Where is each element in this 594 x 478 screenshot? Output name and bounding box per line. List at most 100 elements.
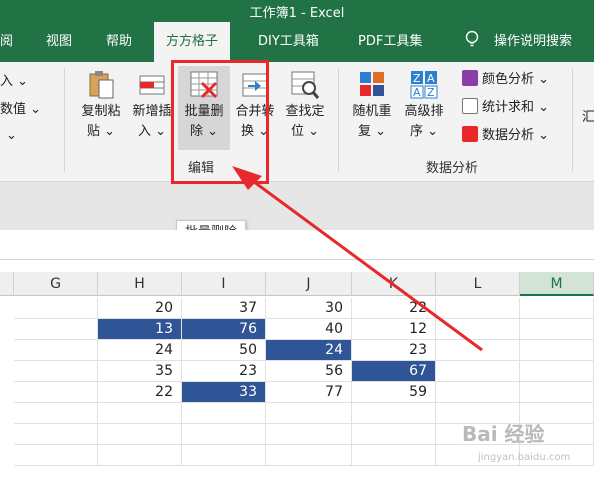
stats-sum-label: 统计求和 ⌄ [482, 100, 550, 115]
table-cell[interactable] [14, 424, 98, 445]
column-header-m[interactable]: M [520, 272, 594, 296]
baidu-watermark: Bai 经验 [462, 422, 545, 446]
table-cell[interactable]: 67 [352, 361, 436, 382]
table-cell[interactable] [520, 361, 594, 382]
tab-diy-toolbox[interactable]: DIY工具箱 [258, 22, 319, 62]
table-cell[interactable]: 56 [266, 361, 352, 382]
data-chart-icon [462, 126, 478, 142]
table-cell[interactable] [14, 298, 98, 319]
random-repeat-button[interactable]: 随机重 复 ⌄ [346, 68, 398, 142]
table-cell[interactable] [14, 319, 98, 340]
table-cell[interactable] [520, 340, 594, 361]
table-cell[interactable] [14, 361, 98, 382]
table-cell[interactable] [436, 340, 520, 361]
table-cell[interactable]: 33 [182, 382, 266, 403]
table-cell[interactable] [436, 319, 520, 340]
column-header-h[interactable]: H [98, 272, 182, 296]
table-cell[interactable] [520, 298, 594, 319]
tab-review-partial[interactable]: 阅 [0, 22, 13, 62]
color-palette-icon [462, 70, 478, 86]
new-insert-button[interactable]: 新增插 入 ⌄ [127, 68, 177, 142]
tab-fangfang-gezi[interactable]: 方方格子 [154, 22, 231, 62]
data-analysis-label: 数据分析 ⌄ [482, 128, 550, 143]
worksheet-grid[interactable]: 20 37 30 22 13 76 40 12 24 50 24 23 35 23 56 67 22 33 77 59 [0, 296, 594, 478]
table-cell[interactable]: 30 [266, 298, 352, 319]
table-cell[interactable] [14, 382, 98, 403]
sum-icon [462, 98, 478, 114]
find-locate-button[interactable]: 查找定 位 ⌄ [280, 68, 330, 142]
table-cell[interactable] [98, 424, 182, 445]
column-header-i[interactable]: I [182, 272, 266, 296]
table-cell[interactable]: 50 [182, 340, 266, 361]
title-bar: 工作簿1 - Excel [0, 0, 594, 22]
table-cell[interactable] [98, 445, 182, 466]
svg-text:Z: Z [427, 86, 435, 99]
table-cell[interactable]: 76 [182, 319, 266, 340]
table-cell[interactable] [436, 298, 520, 319]
table-cell[interactable]: 24 [266, 340, 352, 361]
new-insert-label-2: 入 ⌄ [137, 124, 167, 139]
table-cell[interactable] [352, 445, 436, 466]
summary-partial-button[interactable]: 汇 [582, 108, 594, 128]
table-cell[interactable] [520, 382, 594, 403]
tab-pdf-tools[interactable]: PDF工具集 [358, 22, 422, 62]
table-cell[interactable]: 59 [352, 382, 436, 403]
tab-view[interactable]: 视图 [46, 22, 72, 62]
lightbulb-icon[interactable] [464, 22, 480, 62]
table-cell[interactable]: 77 [266, 382, 352, 403]
tell-me-search[interactable]: 操作说明搜索 [494, 22, 572, 62]
find-locate-label-1: 查找定 [285, 104, 325, 119]
annotation-highlight-box [171, 60, 269, 184]
table-cell[interactable] [14, 445, 98, 466]
table-cell[interactable]: 13 [98, 319, 182, 340]
table-cell[interactable]: 22 [352, 298, 436, 319]
advanced-sort-button[interactable]: Z A A Z 高级排 序 ⌄ [398, 68, 450, 142]
copy-paste-button[interactable]: 复制粘 贴 ⌄ [76, 68, 126, 142]
table-cell[interactable] [182, 445, 266, 466]
table-cell[interactable] [14, 340, 98, 361]
table-cell[interactable] [436, 382, 520, 403]
table-cell[interactable] [266, 403, 352, 424]
table-cell[interactable] [266, 445, 352, 466]
table-cell[interactable]: 22 [98, 382, 182, 403]
table-cell[interactable]: 24 [98, 340, 182, 361]
table-cell[interactable]: 37 [182, 298, 266, 319]
table-cell[interactable]: 35 [98, 361, 182, 382]
color-analysis-button[interactable]: 颜色分析 ⌄ [462, 70, 549, 90]
table-cell[interactable]: 23 [182, 361, 266, 382]
formula-bar[interactable] [0, 230, 594, 260]
table-cell[interactable]: 23 [352, 340, 436, 361]
table-cell[interactable] [14, 403, 98, 424]
value-partial-button[interactable]: 数值 ⌄ [0, 100, 41, 120]
table-cell[interactable] [266, 424, 352, 445]
table-cell[interactable]: 12 [352, 319, 436, 340]
table-cell[interactable] [352, 403, 436, 424]
table-cell[interactable] [520, 319, 594, 340]
table-cell[interactable] [352, 424, 436, 445]
stats-sum-button[interactable]: 统计求和 ⌄ [462, 98, 549, 118]
baidu-watermark-url: jingyan.baidu.com [478, 452, 571, 463]
random-blocks-icon [357, 68, 387, 100]
table-cell[interactable] [98, 403, 182, 424]
table-cell[interactable]: 40 [266, 319, 352, 340]
insert-partial-button[interactable]: 入 ⌄ [0, 72, 28, 92]
insert-rows-icon [137, 68, 167, 100]
column-header-j[interactable]: J [266, 272, 352, 296]
data-analysis-button[interactable]: 数据分析 ⌄ [462, 126, 549, 146]
column-header-k[interactable]: K [352, 272, 436, 296]
table-cell[interactable] [182, 403, 266, 424]
find-locate-label-2: 位 ⌄ [290, 124, 320, 139]
column-header-g[interactable]: G [14, 272, 98, 296]
window-title: 工作簿1 - Excel [249, 6, 345, 21]
table-cell[interactable]: 20 [98, 298, 182, 319]
svg-text:A: A [413, 86, 421, 99]
partial-dropdown-button[interactable]: ⌄ [6, 126, 17, 146]
table-cell[interactable] [436, 361, 520, 382]
find-magnifier-icon [290, 68, 320, 100]
clipboard-icon [86, 68, 116, 100]
column-header-l[interactable]: L [436, 272, 520, 296]
new-insert-label-1: 新增插 [132, 104, 172, 119]
svg-text:Z: Z [413, 72, 421, 85]
table-cell[interactable] [182, 424, 266, 445]
tab-help[interactable]: 帮助 [106, 22, 132, 62]
